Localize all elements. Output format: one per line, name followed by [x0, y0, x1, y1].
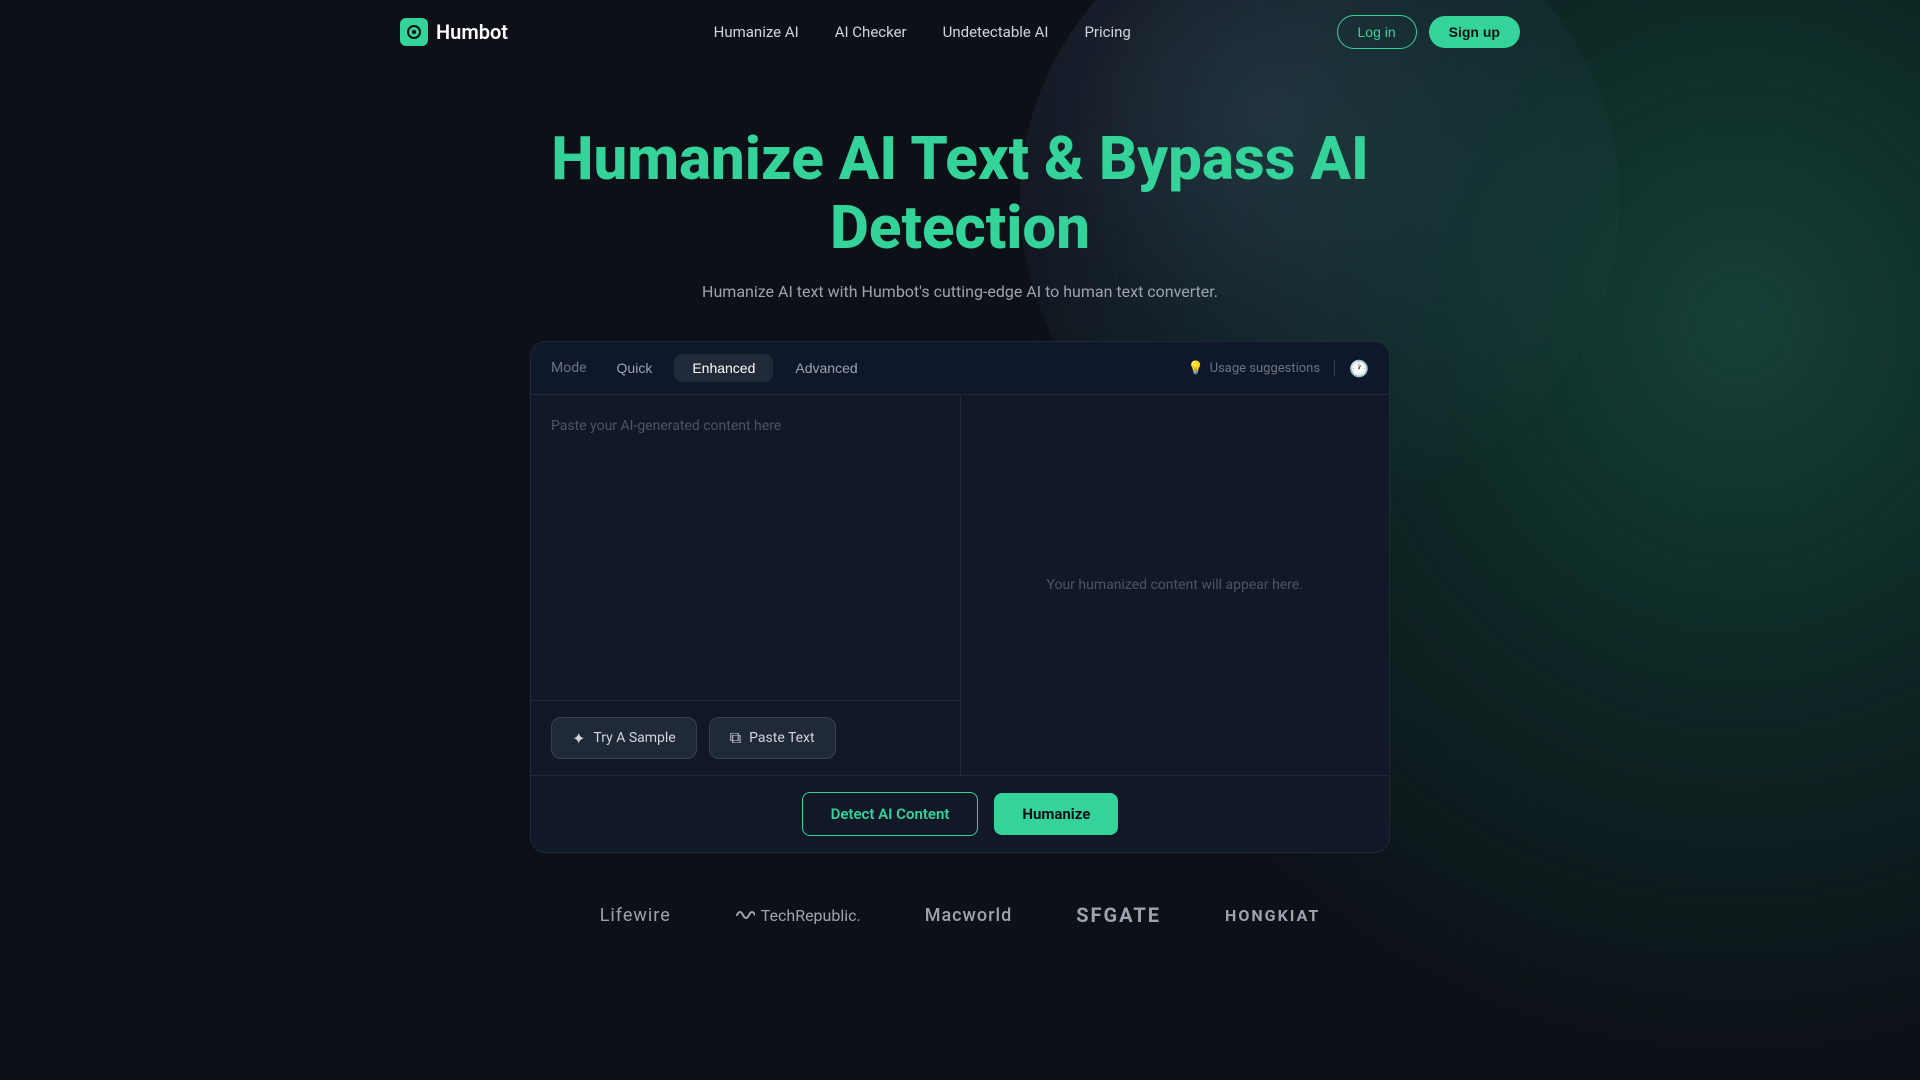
brand-sfgate: SFGATE	[1076, 903, 1161, 927]
sparkle-icon: ✦	[572, 729, 585, 748]
mode-tab-enhanced[interactable]: Enhanced	[674, 354, 773, 382]
navigation: Humbot Humanize AI AI Checker Undetectab…	[0, 0, 1920, 64]
clipboard-icon: ⧉	[730, 728, 741, 748]
logo-text: Humbot	[436, 20, 508, 44]
paste-text-button[interactable]: ⧉ Paste Text	[709, 717, 836, 759]
editor-actions: ✦ Try A Sample ⧉ Paste Text	[531, 700, 960, 775]
hero-title: Humanize AI Text & Bypass AI Detection	[510, 124, 1410, 262]
brand-hongkiat: HONGKIAT	[1225, 906, 1320, 925]
editor-bottom-bar: Detect AI Content Humanize	[531, 775, 1389, 852]
output-placeholder: Your humanized content will appear here.	[1047, 577, 1303, 593]
editor-panels: ✦ Try A Sample ⧉ Paste Text Your humaniz…	[531, 395, 1389, 775]
logo[interactable]: Humbot	[400, 18, 508, 46]
brands-bar: Lifewire TechRepublic. Macworld SFGATE H…	[0, 853, 1920, 967]
try-sample-button[interactable]: ✦ Try A Sample	[551, 717, 697, 759]
mode-label: Mode	[551, 360, 587, 376]
brand-lifewire: Lifewire	[600, 905, 671, 926]
nav-link-ai-checker[interactable]: AI Checker	[835, 23, 907, 41]
usage-suggestions[interactable]: 💡 Usage suggestions 🕐	[1187, 359, 1369, 378]
history-icon[interactable]: 🕐	[1349, 359, 1369, 378]
editor-card: Mode Quick Enhanced Advanced 💡 Usage sug…	[530, 341, 1390, 853]
editor-left-panel: ✦ Try A Sample ⧉ Paste Text	[531, 395, 961, 775]
nav-actions: Log in Sign up	[1337, 15, 1520, 49]
brand-macworld: Macworld	[925, 905, 1013, 926]
techrepublic-label: TechRepublic.	[761, 906, 861, 925]
mode-tab-advanced[interactable]: Advanced	[777, 354, 875, 382]
divider	[1334, 360, 1335, 376]
nav-link-humanize-ai[interactable]: Humanize AI	[714, 23, 799, 41]
brand-techrepublic: TechRepublic.	[735, 906, 861, 925]
nav-link-undetectable-ai[interactable]: Undetectable AI	[943, 23, 1049, 41]
nav-link-pricing[interactable]: Pricing	[1084, 23, 1130, 41]
mode-bar: Mode Quick Enhanced Advanced 💡 Usage sug…	[531, 342, 1389, 395]
humanize-button[interactable]: Humanize	[994, 793, 1118, 835]
hero-subtitle: Humanize AI text with Humbot's cutting-e…	[702, 282, 1218, 301]
detect-ai-content-button[interactable]: Detect AI Content	[802, 792, 979, 836]
login-button[interactable]: Log in	[1337, 15, 1417, 49]
logo-icon	[400, 18, 428, 46]
usage-suggestions-label: Usage suggestions	[1210, 361, 1320, 376]
input-textarea[interactable]	[531, 395, 960, 700]
lightbulb-icon: 💡	[1187, 361, 1203, 376]
signup-button[interactable]: Sign up	[1429, 16, 1520, 48]
try-sample-label: Try A Sample	[593, 730, 675, 746]
editor-right-panel: Your humanized content will appear here.	[961, 395, 1390, 775]
main-content: Humanize AI Text & Bypass AI Detection H…	[0, 64, 1920, 853]
paste-text-label: Paste Text	[749, 730, 814, 746]
mode-tab-quick[interactable]: Quick	[599, 354, 671, 382]
nav-links: Humanize AI AI Checker Undetectable AI P…	[714, 23, 1131, 41]
